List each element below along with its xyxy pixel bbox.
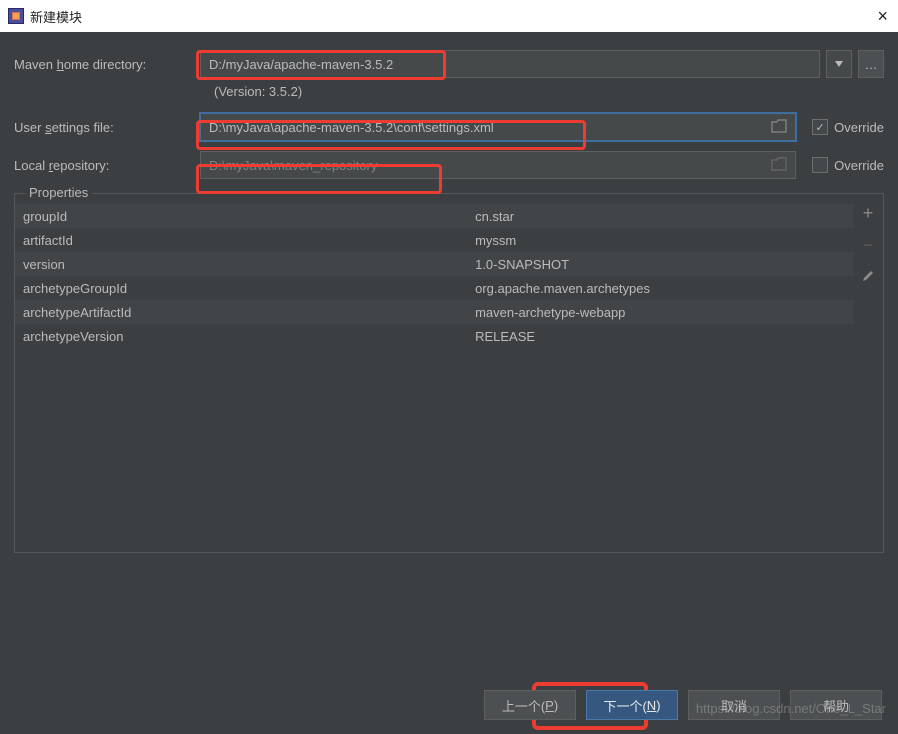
property-key: archetypeGroupId [23,281,475,296]
property-value: maven-archetype-webapp [475,305,845,320]
user-settings-label: User settings file: [14,120,200,135]
property-key: groupId [23,209,475,224]
maven-home-value: D:/myJava/apache-maven-3.5.2 [209,57,393,72]
dialog-footer: 上一个(P) 下一个(N) 取消 帮助 [0,690,898,720]
table-row[interactable]: archetypeArtifactIdmaven-archetype-webap… [15,300,853,324]
table-row[interactable]: groupIdcn.star [15,204,853,228]
properties-fieldset: Properties groupIdcn.starartifactIdmyssm… [14,193,884,553]
app-icon [8,8,24,24]
override-label-1: Override [834,120,884,135]
table-row[interactable]: version1.0-SNAPSHOT [15,252,853,276]
property-value: org.apache.maven.archetypes [475,281,845,296]
properties-legend: Properties [25,185,92,200]
maven-home-label: Maven home directory: [14,57,200,72]
user-settings-field[interactable]: D:\myJava\apache-maven-3.5.2\conf\settin… [200,113,796,141]
table-row[interactable]: archetypeVersionRELEASE [15,324,853,348]
override-label-2: Override [834,158,884,173]
folder-icon[interactable] [771,119,787,136]
maven-home-browse-button[interactable]: … [858,50,884,78]
property-value: RELEASE [475,329,845,344]
property-key: archetypeVersion [23,329,475,344]
previous-button[interactable]: 上一个(P) [484,690,576,720]
user-settings-override-checkbox[interactable] [812,119,828,135]
user-settings-row: User settings file: D:\myJava\apache-mav… [14,113,884,141]
cancel-button[interactable]: 取消 [688,690,780,720]
property-key: artifactId [23,233,475,248]
properties-table[interactable]: groupIdcn.starartifactIdmyssmversion1.0-… [15,204,853,348]
next-button[interactable]: 下一个(N) [586,690,678,720]
maven-home-row: Maven home directory: D:/myJava/apache-m… [14,50,884,78]
folder-icon [771,157,787,174]
maven-home-field[interactable]: D:/myJava/apache-maven-3.5.2 [200,50,820,78]
maven-version-text: (Version: 3.5.2) [214,84,884,99]
local-repo-override-checkbox[interactable] [812,157,828,173]
table-row[interactable]: artifactIdmyssm [15,228,853,252]
remove-icon: − [863,236,874,254]
user-settings-override[interactable]: Override [812,119,884,135]
maven-home-dropdown[interactable] [826,50,852,78]
properties-side-tools: + − [854,204,882,286]
property-key: archetypeArtifactId [23,305,475,320]
property-value: 1.0-SNAPSHOT [475,257,845,272]
titlebar: 新建模块 × [0,0,898,32]
edit-icon[interactable] [861,268,875,286]
add-icon[interactable]: + [863,204,874,222]
local-repo-value: D:\myJava\maven_repository [209,158,377,173]
window-title: 新建模块 [30,7,82,26]
local-repo-row: Local repository: D:\myJava\maven_reposi… [14,151,884,179]
property-value: myssm [475,233,845,248]
user-settings-value: D:\myJava\apache-maven-3.5.2\conf\settin… [209,120,494,135]
close-icon[interactable]: × [877,6,888,27]
local-repo-override[interactable]: Override [812,157,884,173]
table-row[interactable]: archetypeGroupIdorg.apache.maven.archety… [15,276,853,300]
help-button[interactable]: 帮助 [790,690,882,720]
property-value: cn.star [475,209,845,224]
local-repo-field: D:\myJava\maven_repository [200,151,796,179]
local-repo-label: Local repository: [14,158,200,173]
property-key: version [23,257,475,272]
